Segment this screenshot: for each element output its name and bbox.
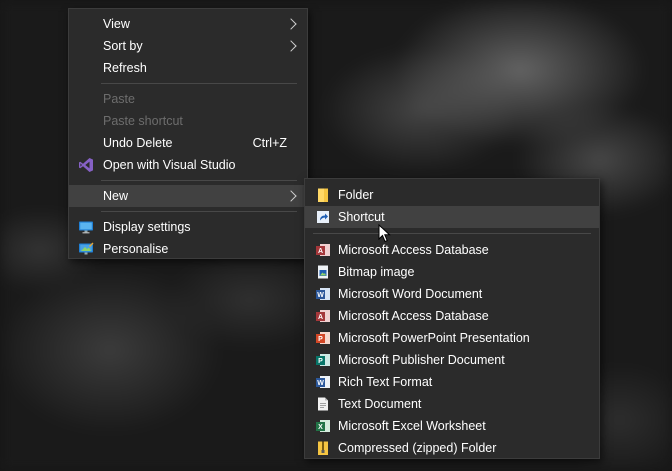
menu-item-label: Rich Text Format	[338, 375, 433, 389]
menu-item-label: Text Document	[338, 397, 422, 411]
new-item-text-document[interactable]: Text Document	[305, 393, 599, 415]
menu-item-label: Paste shortcut	[103, 114, 183, 128]
new-item-powerpoint-presentation[interactable]: P Microsoft PowerPoint Presentation	[305, 327, 599, 349]
access-icon: A	[315, 308, 331, 324]
menu-item-new[interactable]: New	[69, 185, 307, 207]
menu-item-label: Personalise	[103, 242, 169, 256]
new-item-access-database-2[interactable]: A Microsoft Access Database	[305, 305, 599, 327]
menu-item-display-settings[interactable]: Display settings	[69, 216, 307, 238]
menu-item-label: Microsoft PowerPoint Presentation	[338, 331, 530, 345]
svg-text:W: W	[317, 292, 324, 299]
menu-separator	[101, 83, 297, 84]
bitmap-icon	[315, 264, 331, 280]
new-item-bitmap-image[interactable]: Bitmap image	[305, 261, 599, 283]
menu-separator	[313, 233, 591, 234]
rtf-icon: W	[315, 374, 331, 390]
chevron-right-icon	[285, 190, 297, 202]
menu-item-label: Microsoft Access Database	[338, 243, 489, 257]
display-settings-icon	[78, 219, 94, 235]
chevron-right-icon	[285, 18, 297, 30]
shortcut-icon	[315, 209, 331, 225]
new-item-access-database[interactable]: A Microsoft Access Database	[305, 239, 599, 261]
menu-item-label: Undo Delete	[103, 136, 173, 150]
svg-text:W: W	[317, 380, 324, 387]
zip-folder-icon	[315, 440, 331, 456]
menu-item-label: Paste	[103, 92, 135, 106]
menu-item-label: New	[103, 189, 129, 203]
menu-item-refresh[interactable]: Refresh	[69, 57, 307, 79]
menu-item-sort-by[interactable]: Sort by	[69, 35, 307, 57]
publisher-icon: P	[315, 352, 331, 368]
menu-separator	[101, 180, 297, 181]
new-item-folder[interactable]: Folder	[305, 184, 599, 206]
menu-item-label: Sort by	[103, 39, 143, 53]
menu-item-label: Microsoft Publisher Document	[338, 353, 505, 367]
menu-item-label: Shortcut	[338, 210, 385, 224]
menu-item-label: View	[103, 17, 130, 31]
menu-item-label: Microsoft Word Document	[338, 287, 483, 301]
new-item-rich-text-format[interactable]: W Rich Text Format	[305, 371, 599, 393]
visual-studio-icon	[78, 157, 94, 173]
menu-item-open-with-visual-studio[interactable]: Open with Visual Studio	[69, 154, 307, 176]
menu-item-label: Display settings	[103, 220, 191, 234]
svg-text:A: A	[318, 314, 323, 321]
svg-text:X: X	[318, 424, 323, 431]
menu-item-paste-shortcut: Paste shortcut	[69, 110, 307, 132]
access-icon: A	[315, 242, 331, 258]
new-item-shortcut[interactable]: Shortcut	[305, 206, 599, 228]
svg-text:P: P	[318, 336, 323, 343]
svg-text:P: P	[318, 358, 323, 365]
personalise-icon	[78, 241, 94, 257]
menu-item-label: Microsoft Excel Worksheet	[338, 419, 486, 433]
menu-item-label: Refresh	[103, 61, 147, 75]
new-item-compressed-folder[interactable]: Compressed (zipped) Folder	[305, 437, 599, 459]
text-document-icon	[315, 396, 331, 412]
new-item-word-document[interactable]: W Microsoft Word Document	[305, 283, 599, 305]
desktop-context-menu: View Sort by Refresh Paste Paste shortcu…	[68, 8, 308, 259]
powerpoint-icon: P	[315, 330, 331, 346]
keyboard-shortcut: Ctrl+Z	[252, 136, 287, 150]
svg-text:A: A	[318, 248, 323, 255]
folder-icon	[315, 187, 331, 203]
menu-item-label: Compressed (zipped) Folder	[338, 441, 497, 455]
new-item-excel-worksheet[interactable]: X Microsoft Excel Worksheet	[305, 415, 599, 437]
menu-item-label: Bitmap image	[338, 265, 415, 279]
menu-item-view[interactable]: View	[69, 13, 307, 35]
new-item-publisher-document[interactable]: P Microsoft Publisher Document	[305, 349, 599, 371]
excel-icon: X	[315, 418, 331, 434]
mouse-cursor-icon	[378, 224, 391, 243]
chevron-right-icon	[285, 40, 297, 52]
menu-item-label: Open with Visual Studio	[103, 158, 236, 172]
menu-item-label: Folder	[338, 188, 374, 202]
menu-item-label: Microsoft Access Database	[338, 309, 489, 323]
menu-item-undo-delete[interactable]: Undo Delete Ctrl+Z	[69, 132, 307, 154]
new-submenu: Folder Shortcut A Microsoft Access Datab…	[304, 178, 600, 459]
menu-item-paste: Paste	[69, 88, 307, 110]
menu-separator	[101, 211, 297, 212]
word-icon: W	[315, 286, 331, 302]
menu-item-personalise[interactable]: Personalise	[69, 238, 307, 260]
